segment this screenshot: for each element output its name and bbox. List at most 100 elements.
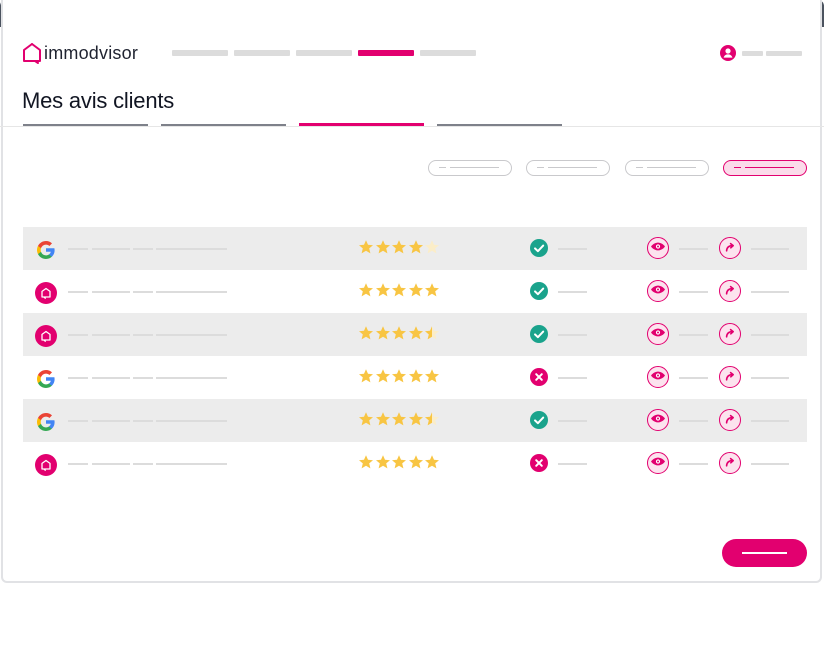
star-full-icon [359, 412, 373, 426]
primary-action-button[interactable] [722, 539, 807, 567]
star-full-icon [408, 369, 423, 383]
star-full-icon [408, 326, 423, 340]
filter-pill[interactable] [526, 160, 610, 176]
filter-label-placeholder [647, 167, 696, 168]
action-label-placeholder [679, 420, 708, 422]
immodvisor-source-badge [35, 454, 57, 476]
immodvisor-source-badge [35, 325, 57, 347]
eye-icon [650, 371, 665, 379]
review-text-placeholder [68, 248, 88, 250]
table-row[interactable] [23, 313, 807, 356]
nav-item[interactable] [172, 50, 228, 56]
review-text-placeholder [156, 377, 227, 379]
review-text-placeholder [133, 420, 153, 422]
star-full-icon [392, 240, 406, 254]
reply-review-button[interactable] [719, 237, 741, 259]
google-logo-icon [37, 413, 55, 431]
immodvisor-logo-icon [41, 287, 51, 299]
action-label-placeholder [751, 291, 789, 293]
star-full-icon [375, 412, 390, 426]
immodvisor-logo-icon [41, 330, 51, 342]
reply-review-button[interactable] [719, 452, 741, 474]
action-label-placeholder [751, 248, 789, 250]
view-review-button[interactable] [647, 366, 669, 388]
star-full-icon [392, 455, 406, 469]
google-logo-icon [37, 241, 55, 259]
action-label-placeholder [751, 334, 789, 336]
star-rating [358, 239, 441, 257]
house-logo-icon [23, 43, 41, 64]
table-row[interactable] [23, 442, 807, 485]
logo[interactable]: immodvisor [22, 40, 138, 66]
review-text-placeholder [68, 291, 88, 293]
user-avatar[interactable] [720, 45, 736, 61]
filter-pill-active[interactable] [723, 160, 807, 176]
page-title: Mes avis clients [22, 88, 175, 113]
star-full-icon [375, 240, 390, 254]
nav-item[interactable] [296, 50, 352, 56]
reply-review-button[interactable] [719, 280, 741, 302]
filter-label-placeholder [450, 167, 499, 168]
nav-item[interactable] [420, 50, 476, 56]
review-text-placeholder [156, 334, 227, 336]
immodvisor-logo-icon [41, 459, 51, 471]
review-text-placeholder [68, 334, 88, 336]
table-row[interactable] [23, 399, 807, 442]
filter-label-placeholder [734, 167, 741, 168]
rejected-status-badge [530, 368, 548, 386]
cross-icon [535, 459, 543, 467]
action-label-placeholder [679, 334, 708, 336]
table-row[interactable] [23, 270, 807, 313]
view-review-button[interactable] [647, 323, 669, 345]
filter-label-placeholder [548, 167, 597, 168]
star-full-icon [392, 326, 406, 340]
star-full-icon [375, 369, 390, 383]
action-label-placeholder [751, 377, 789, 379]
star-full-icon [408, 283, 423, 297]
cross-icon [535, 373, 543, 381]
reply-arrow-icon [725, 414, 734, 424]
view-review-button[interactable] [647, 409, 669, 431]
logo-text: immodvisor [44, 42, 139, 63]
action-label-placeholder [751, 463, 789, 465]
review-text-placeholder [133, 377, 153, 379]
eye-icon [650, 328, 665, 336]
action-label-placeholder [679, 291, 708, 293]
action-label-placeholder [679, 463, 708, 465]
view-review-button[interactable] [647, 237, 669, 259]
filter-label-placeholder [636, 167, 643, 168]
check-icon [534, 244, 545, 253]
filter-pill[interactable] [428, 160, 512, 176]
star-full-icon [375, 283, 390, 297]
view-review-button[interactable] [647, 452, 669, 474]
star-full-icon [425, 455, 439, 469]
reply-review-button[interactable] [719, 409, 741, 431]
nav-item[interactable] [234, 50, 290, 56]
reply-review-button[interactable] [719, 366, 741, 388]
table-row[interactable] [23, 227, 807, 270]
reply-review-button[interactable] [719, 323, 741, 345]
star-rating [358, 368, 441, 386]
published-status-badge [530, 239, 548, 257]
published-status-badge [530, 411, 548, 429]
nav-item-active[interactable] [358, 50, 414, 56]
review-text-placeholder [133, 291, 153, 293]
filter-label-placeholder [745, 167, 794, 168]
filter-pill[interactable] [625, 160, 709, 176]
eye-icon [650, 285, 665, 293]
view-review-button[interactable] [647, 280, 669, 302]
star-full-icon [408, 412, 423, 426]
star-half-icon [425, 326, 439, 340]
review-text-placeholder [92, 334, 130, 336]
user-name-placeholder [742, 51, 763, 56]
review-text-placeholder [68, 420, 88, 422]
google-source-badge [35, 368, 57, 390]
reply-arrow-icon [725, 242, 734, 252]
star-rating [358, 411, 441, 429]
google-source-badge [35, 239, 57, 261]
star-full-icon [408, 240, 423, 254]
check-icon [534, 416, 545, 425]
table-row[interactable] [23, 356, 807, 399]
star-full-icon [425, 369, 439, 383]
star-full-icon [359, 369, 373, 383]
